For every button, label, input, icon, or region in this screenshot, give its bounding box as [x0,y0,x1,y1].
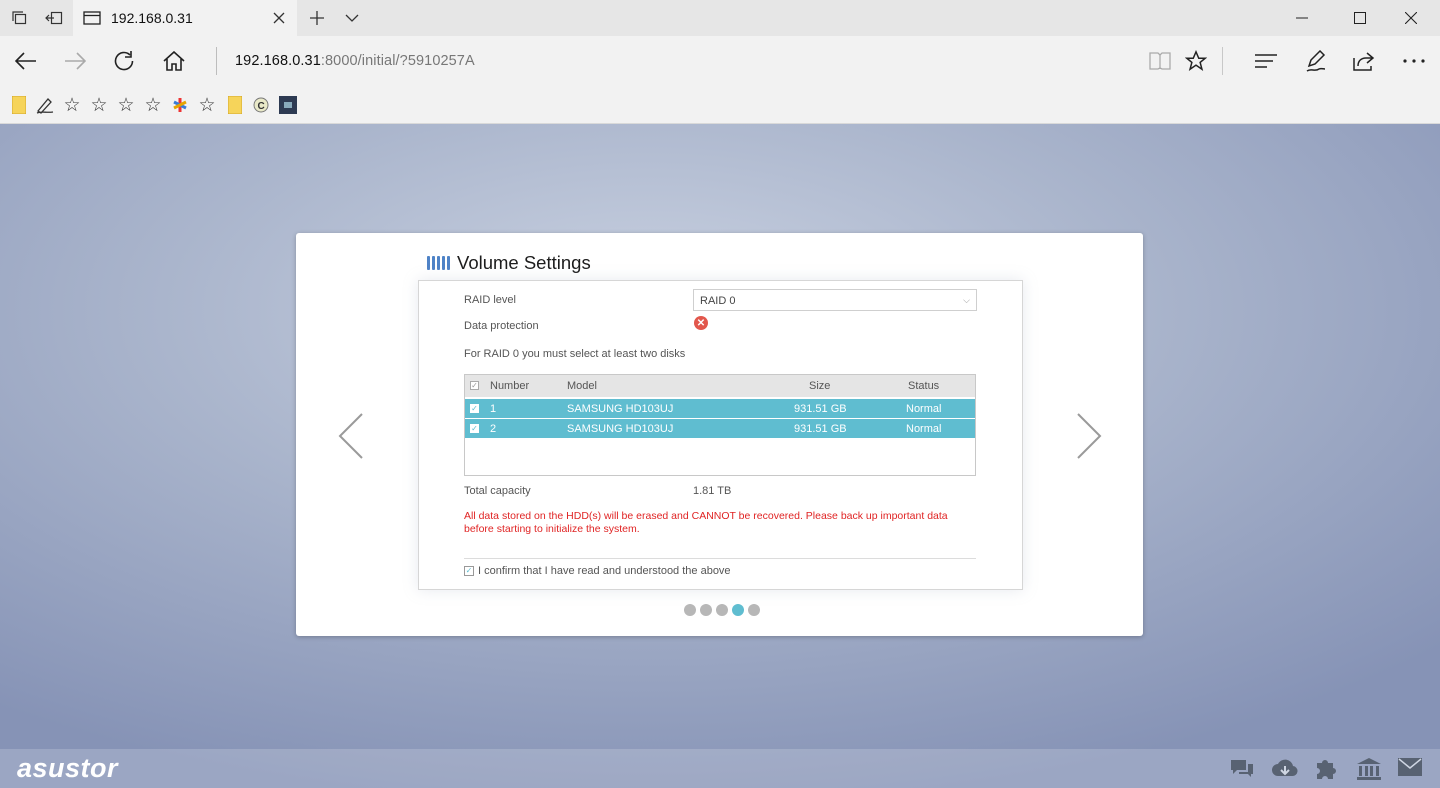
address-host: 192.168.0.31 [235,53,321,69]
disk-table-header: ✓ Number Model Size Status [465,375,975,397]
tab-title: 192.168.0.31 [111,10,193,26]
cloud-download-icon[interactable] [1271,758,1298,780]
folder-icon[interactable] [224,94,246,116]
address-bar[interactable]: 192.168.0.31:8000/initial/?5910257A [235,53,475,69]
star-icon[interactable]: ☆ [61,94,83,116]
step-dot[interactable] [748,604,760,616]
pen-icon[interactable] [34,94,56,116]
disk-status: Normal [906,423,942,435]
raid-level-select[interactable]: RAID 0 ⌵ [693,289,977,311]
page-icon [82,0,102,36]
erase-warning: All data stored on the HDD(s) will be er… [464,510,948,535]
more-icon[interactable] [1392,36,1436,86]
favorite-star-icon[interactable] [1174,36,1218,86]
mail-icon[interactable] [1398,758,1422,780]
disk-size: 931.51 GB [794,423,847,435]
maximize-icon[interactable] [1331,0,1389,36]
star-icon[interactable]: ☆ [115,94,137,116]
table-row[interactable]: ✓ 2 SAMSUNG HD103UJ 931.51 GB Normal [465,419,975,438]
home-icon[interactable] [152,36,196,86]
wizard-title-text: Volume Settings [457,252,591,273]
confirm-label: I confirm that I have read and understoo… [478,565,731,577]
chat-icon[interactable] [1230,758,1254,780]
web-note-icon[interactable] [1294,36,1338,86]
volume-icon [427,256,450,270]
navigation-bar: 192.168.0.31:8000/initial/?5910257A [0,36,1440,86]
star-icon[interactable]: ☆ [142,94,164,116]
col-number: Number [490,380,530,392]
refresh-icon[interactable] [102,36,146,86]
previous-step-arrow[interactable] [334,411,368,461]
error-x-icon: ✕ [694,316,708,330]
volume-settings-panel: RAID level RAID 0 ⌵ Data protection ✕ Fo… [418,280,1023,590]
divider [464,558,976,559]
step-dot[interactable] [684,604,696,616]
raid-level-value: RAID 0 [700,295,736,307]
wizard-title: Volume Settings [427,252,591,274]
share-icon[interactable] [1342,36,1386,86]
row-checkbox[interactable]: ✓ [470,424,479,433]
star-icon[interactable]: ☆ [196,94,218,116]
total-capacity-label: Total capacity [464,485,531,497]
col-status: Status [908,380,940,392]
favorites-bar: ☆ ☆ ☆ ☆ ☆ C [0,86,1440,124]
back-icon[interactable] [4,36,48,86]
disk-number: 2 [490,423,497,435]
address-path: :8000/initial/?5910257A [320,53,475,69]
new-tab-icon[interactable] [303,0,331,36]
disk-model: SAMSUNG HD103UJ [567,403,674,415]
col-size: Size [809,380,831,392]
wizard-card: Volume Settings RAID level RAID 0 ⌵ Data… [296,233,1143,636]
address-separator [216,47,217,75]
window-close-icon[interactable] [1382,0,1440,36]
chevron-down-icon: ⌵ [963,295,970,305]
raid-hint: For RAID 0 you must select at least two … [464,348,686,360]
data-protection-label: Data protection [464,320,539,332]
disk-status: Normal [906,403,942,415]
disk-table: ✓ Number Model Size Status ✓ 1 SAMSUNG H… [464,374,976,476]
disk-number: 1 [490,403,497,415]
step-dot[interactable] [700,604,712,616]
asterisk-icon[interactable] [169,94,191,116]
circle-c-icon[interactable]: C [250,94,272,116]
total-capacity-value: 1.81 TB [693,485,732,497]
table-row[interactable]: ✓ 1 SAMSUNG HD103UJ 931.51 GB Normal [465,399,975,418]
star-icon[interactable]: ☆ [88,94,110,116]
page-background: Volume Settings RAID level RAID 0 ⌵ Data… [0,124,1440,788]
step-dot[interactable] [716,604,728,616]
next-step-arrow[interactable] [1072,411,1106,461]
folder-icon[interactable] [8,94,30,116]
bank-icon[interactable] [1357,758,1381,780]
browser-tab[interactable]: 192.168.0.31 [73,0,297,36]
svg-text:C: C [258,101,265,112]
forward-icon[interactable] [53,36,97,86]
square-app-icon[interactable] [277,94,299,116]
chevron-down-icon[interactable] [338,0,366,36]
step-dot-active[interactable] [732,604,744,616]
tab-bar: 192.168.0.31 [0,0,1440,36]
footer-bar: asustor [0,749,1440,788]
row-checkbox[interactable]: ✓ [470,404,479,413]
toolbar-separator [1222,47,1223,75]
step-indicator [684,604,760,616]
asustor-logo: asustor [17,753,119,783]
hub-icon[interactable] [1244,36,1288,86]
raid-level-label: RAID level [464,294,516,306]
close-icon[interactable] [268,0,290,36]
tab-list-icon[interactable] [6,0,32,36]
back-tab-icon[interactable] [40,0,68,36]
minimize-icon[interactable] [1273,0,1331,36]
puzzle-icon[interactable] [1314,758,1338,780]
disk-size: 931.51 GB [794,403,847,415]
disk-model: SAMSUNG HD103UJ [567,423,674,435]
select-all-checkbox[interactable]: ✓ [470,381,479,390]
confirm-row[interactable]: ✓ I confirm that I have read and underst… [464,565,731,577]
col-model: Model [567,380,597,392]
confirm-checkbox[interactable]: ✓ [464,566,474,576]
